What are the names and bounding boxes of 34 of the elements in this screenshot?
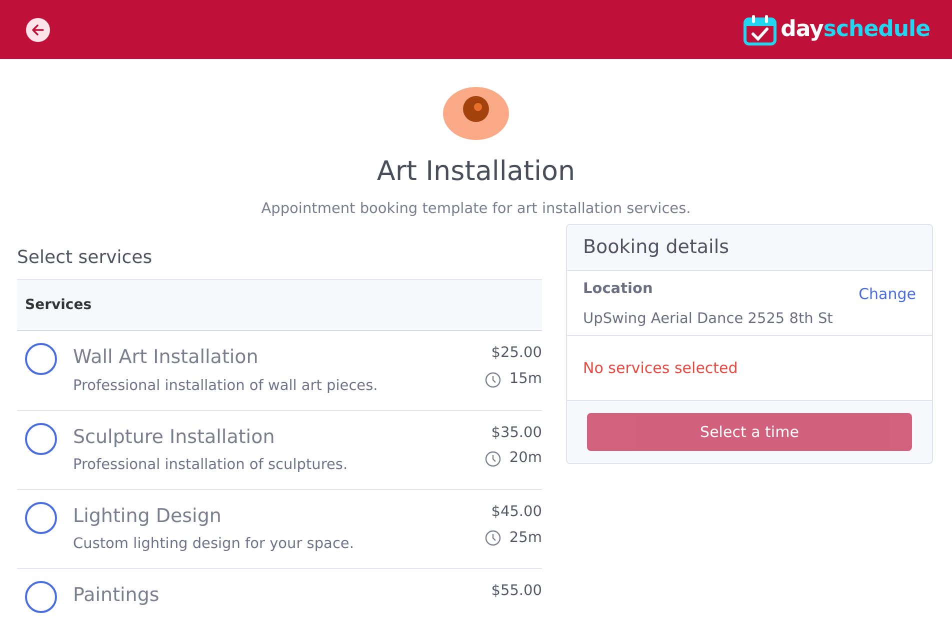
service-description: Professional installation of wall art pieces. bbox=[73, 376, 379, 396]
clock-icon bbox=[485, 372, 502, 388]
clock-icon bbox=[485, 451, 502, 468]
back-arrow-icon bbox=[31, 22, 45, 36]
service-price: $45.00 bbox=[490, 502, 542, 522]
page-title: Art Installation bbox=[376, 155, 576, 189]
page-subtitle: Appointment booking template for art installation services. bbox=[260, 200, 692, 218]
table-header: Services bbox=[25, 296, 92, 315]
service-description: Professional installation of sculptures. bbox=[73, 456, 349, 475]
back-button[interactable] bbox=[26, 18, 50, 42]
location-address: UpSwing Aerial Dance 2525 8th St bbox=[583, 310, 833, 328]
service-radio[interactable] bbox=[25, 502, 57, 534]
service-radio[interactable] bbox=[25, 422, 57, 454]
service-duration: 15m bbox=[509, 370, 542, 389]
change-link[interactable]: Change bbox=[858, 282, 916, 306]
service-name: Sculpture Installation bbox=[73, 424, 276, 450]
clock-icon bbox=[485, 530, 502, 546]
service-name: Wall Art Installation bbox=[73, 345, 260, 370]
brand-name: dayschedule bbox=[780, 16, 930, 44]
service-name: Paintings bbox=[73, 583, 160, 608]
section-heading: Select services bbox=[17, 246, 154, 270]
service-name: Lighting Design bbox=[73, 504, 222, 529]
service-duration: 25m bbox=[509, 528, 542, 548]
service-radio[interactable] bbox=[25, 343, 57, 376]
service-price: $35.00 bbox=[490, 424, 542, 442]
service-description: Custom lighting design for your space. bbox=[73, 535, 355, 554]
status-message: No services selected bbox=[583, 358, 738, 378]
logo-drawing bbox=[443, 87, 509, 140]
service-price: $55.00 bbox=[491, 582, 542, 601]
service-price: $25.00 bbox=[490, 344, 542, 364]
service-radio[interactable] bbox=[25, 581, 57, 613]
service-duration: 20m bbox=[509, 449, 542, 468]
location-label: Location bbox=[583, 280, 654, 299]
calendar-check-icon bbox=[742, 14, 777, 46]
